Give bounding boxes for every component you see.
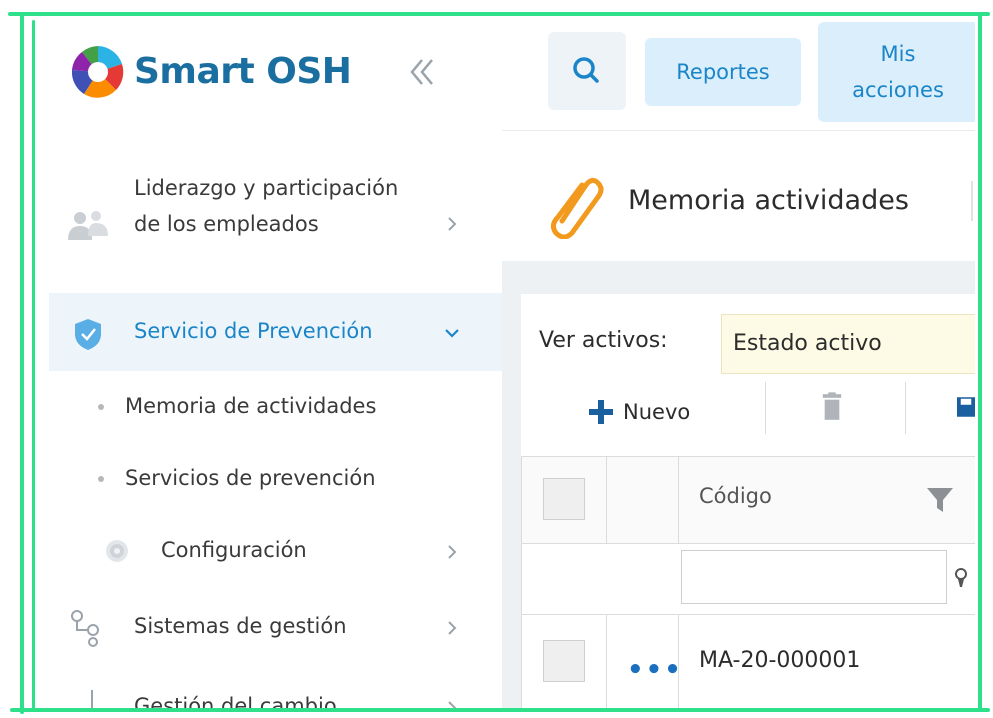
sidebar-subitem-memoria[interactable]: Memoria de actividades	[38, 386, 502, 426]
sidebar-item-label: Liderazgo y participación de los emplead…	[134, 176, 399, 236]
frame-top	[8, 12, 990, 16]
brand-name: Smart OSH	[134, 51, 352, 92]
app-window: Smart OSH Liderazgo y participación de l…	[38, 22, 975, 708]
sidebar-item-liderazgo[interactable]: Liderazgo y participación de los emplead…	[38, 170, 502, 280]
sidebar-subitem-servicios[interactable]: Servicios de prevención	[38, 458, 502, 498]
filter-label: Ver activos:	[539, 328, 668, 353]
sidebar-subitem-label: Servicios de prevención	[125, 466, 376, 490]
bullet-icon	[98, 476, 104, 482]
select-value: Estado activo	[733, 331, 882, 356]
page-header: Memoria actividades	[502, 131, 975, 261]
save-icon[interactable]	[957, 392, 975, 422]
mis-acciones-button[interactable]: Mis acciones	[818, 22, 975, 122]
estado-select[interactable]: Estado activo	[721, 314, 975, 374]
sidebar-item-servicio-prevencion[interactable]: Servicio de Prevención	[38, 311, 502, 355]
bullet-icon	[98, 404, 104, 410]
sidebar: Smart OSH Liderazgo y participación de l…	[38, 22, 502, 708]
frame-right	[978, 14, 982, 710]
search-icon	[573, 57, 599, 83]
logo-icon	[71, 46, 124, 98]
header-divider	[971, 181, 973, 221]
collapse-icon[interactable]	[402, 52, 442, 92]
sidebar-item-label: Configuración	[161, 538, 307, 562]
sidebar-item-configuracion[interactable]: Configuración	[38, 530, 502, 574]
chevron-right-icon	[448, 545, 457, 559]
filter-icon[interactable]	[925, 484, 955, 514]
top-bar: Reportes Mis acciones	[502, 22, 975, 131]
sidebar-item-sistemas-gestion[interactable]: Sistemas de gestión	[38, 606, 502, 650]
header-actions-cell	[606, 456, 679, 544]
people-icon	[68, 211, 108, 240]
sidebar-item-label: Gestión del cambio	[134, 694, 337, 708]
sidebar-item-gestion-cambio[interactable]: Gestión del cambio	[38, 686, 502, 708]
main-content: Reportes Mis acciones Memoria actividade…	[502, 22, 975, 708]
paperclip-icon	[550, 177, 604, 239]
new-button-label: Nuevo	[623, 400, 691, 424]
row-codigo: MA-20-000001	[699, 648, 861, 673]
plus-icon	[589, 400, 613, 424]
frame-left	[20, 14, 24, 714]
sidebar-subitem-label: Memoria de actividades	[125, 394, 377, 418]
chevron-right-icon	[448, 621, 457, 635]
funnel-small-icon[interactable]	[953, 568, 969, 588]
content-panel: Ver activos: Estado activo Nuevo Código …	[521, 294, 975, 708]
frame-bottom	[10, 708, 990, 712]
column-header-codigo: Código	[699, 484, 772, 508]
mis-acciones-label: Mis acciones	[852, 42, 944, 102]
more-dots-icon[interactable]: •••	[627, 657, 683, 683]
shield-icon	[75, 319, 101, 350]
new-button[interactable]: Nuevo	[587, 392, 690, 432]
page-title: Memoria actividades	[628, 185, 909, 216]
chevron-right-icon	[448, 217, 457, 231]
trash-icon[interactable]	[821, 392, 843, 422]
codigo-filter-input[interactable]	[681, 550, 947, 604]
sidebar-item-label: Sistemas de gestión	[134, 614, 347, 638]
frame-left-inner	[32, 20, 35, 712]
search-button[interactable]	[548, 32, 626, 110]
row-checkbox[interactable]	[543, 640, 585, 682]
data-grid: Código ••• MA-20-000001	[521, 456, 975, 708]
toolbar-separator	[905, 382, 906, 434]
sidebar-item-label: Servicio de Prevención	[134, 319, 373, 343]
chevron-down-icon	[445, 329, 459, 338]
sistemas-icon	[71, 610, 99, 647]
toolbar-separator	[765, 382, 766, 434]
gear-icon	[106, 540, 128, 562]
reportes-button[interactable]: Reportes	[645, 38, 801, 106]
cambio-icon	[91, 690, 93, 708]
chevron-right-icon	[448, 701, 457, 708]
select-all-checkbox[interactable]	[543, 478, 585, 520]
